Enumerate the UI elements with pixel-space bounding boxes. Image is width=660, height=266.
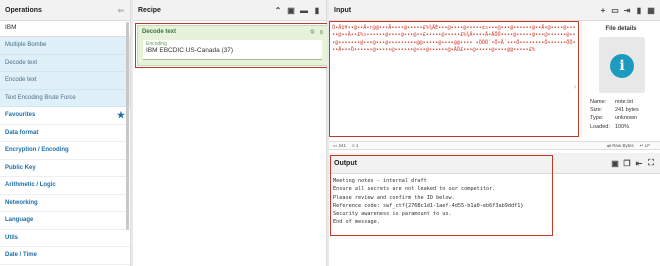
op-result-encode-text[interactable]: Encode text bbox=[0, 72, 130, 90]
chevron-up-icon[interactable]: ⌃ bbox=[274, 6, 282, 15]
file-details-rows: Name: note.txt Size: 241 bytes Type: unknow… bbox=[590, 99, 639, 130]
raw-bytes-toggle[interactable]: ⇄ Raw Bytes bbox=[607, 143, 634, 149]
chevron-right-icon[interactable]: › bbox=[571, 82, 579, 91]
category-public-key[interactable]: Public Key bbox=[0, 160, 130, 177]
file-name: note.txt bbox=[615, 99, 634, 105]
output-textarea[interactable]: Meeting notes - internal draft Ensure all… bbox=[331, 176, 551, 234]
operations-panel: Operations ⇐ IBM Multiple Bombe Decode t… bbox=[0, 0, 131, 266]
operations-scrollbar[interactable] bbox=[126, 22, 129, 230]
category-label: Date / Time bbox=[5, 252, 37, 259]
folder-icon[interactable]: ▬ bbox=[300, 6, 308, 15]
category-label: Arithmetic / Logic bbox=[5, 182, 56, 189]
recipe-operation-decode-text[interactable]: Decode text ⦸ ॥ Encoding IBM EBCDIC US-C… bbox=[137, 25, 328, 66]
layout-icon[interactable]: ▦ bbox=[647, 6, 655, 15]
category-label: Public Key bbox=[5, 164, 36, 171]
category-label: Networking bbox=[5, 199, 38, 206]
open-file-icon[interactable]: ⇥ bbox=[623, 6, 631, 15]
pause-icon[interactable]: ॥ bbox=[319, 28, 323, 36]
category-language[interactable]: Language bbox=[0, 212, 130, 230]
category-arithmetic-logic[interactable]: Arithmetic / Logic bbox=[0, 177, 130, 195]
operations-title: Operations bbox=[5, 6, 42, 14]
open-folder-icon[interactable]: ▭ bbox=[611, 6, 619, 15]
category-label: Language bbox=[5, 217, 34, 224]
operations-header: Operations ⇐ bbox=[0, 0, 130, 21]
output-line: Security awareness is paramount to us. bbox=[333, 211, 452, 218]
char-count: ▭ 241 bbox=[333, 142, 347, 148]
copy-output-icon[interactable]: ❐ bbox=[623, 159, 631, 168]
file-details-panel: File details i Name: note.txt Size: 241 by… bbox=[581, 21, 660, 136]
operation-name: Decode text bbox=[142, 29, 177, 35]
eol-toggle[interactable]: ↵ LF bbox=[640, 143, 650, 149]
star-icon: ★ bbox=[116, 109, 125, 120]
encoding-value: IBM EBCDIC US-Canada (37) bbox=[146, 47, 234, 54]
disable-icon[interactable]: ⦸ bbox=[310, 29, 314, 36]
output-line: Ensure all secrets are not leaked to our… bbox=[333, 186, 496, 193]
add-tab-icon[interactable]: + bbox=[599, 6, 607, 15]
category-encryption-encoding[interactable]: Encryption / Encoding bbox=[0, 142, 130, 160]
output-header: Output ▣ ❐ ⇤ ⛶ bbox=[329, 153, 660, 174]
category-label: Encryption / Encoding bbox=[5, 147, 69, 154]
trash-icon[interactable]: ▮ bbox=[313, 6, 321, 15]
op-result-decode-text[interactable]: Decode text bbox=[0, 54, 130, 72]
input-title: Input bbox=[334, 6, 352, 14]
category-label: Utils bbox=[5, 234, 19, 241]
file-details-title: File details bbox=[605, 26, 637, 32]
category-date-time[interactable]: Date / Time bbox=[0, 247, 130, 265]
category-networking[interactable]: Networking bbox=[0, 195, 130, 212]
recipe-title: Recipe bbox=[138, 6, 161, 14]
clear-input-icon[interactable]: ▮ bbox=[635, 6, 643, 15]
file-size: 241 bytes bbox=[615, 107, 639, 114]
maximize-icon[interactable]: ⛶ bbox=[647, 158, 655, 167]
category-favourites[interactable]: Favourites ★ bbox=[0, 107, 130, 125]
category-utils[interactable]: Utils bbox=[0, 230, 130, 247]
save-icon[interactable]: ▣ bbox=[287, 6, 295, 15]
op-result-text-encoding-brute-force[interactable]: Text Encoding Brute Force bbox=[0, 89, 130, 107]
info-icon: i bbox=[610, 54, 634, 78]
category-label: Data format bbox=[5, 129, 39, 136]
output-line: Meeting notes - internal draft bbox=[333, 178, 427, 184]
op-result-multiple-bombe[interactable]: Multiple Bombe bbox=[0, 37, 130, 55]
input-header: Input + ▭ ⇥ ▮ ▦ bbox=[329, 0, 660, 21]
file-icon: i bbox=[599, 37, 645, 93]
category-label: Favourites bbox=[5, 112, 36, 119]
output-line: End of message. bbox=[333, 219, 380, 226]
category-data-format[interactable]: Data format bbox=[0, 125, 130, 142]
line-count: ≡ 1 bbox=[352, 143, 359, 148]
output-line: Please review and confirm the ID below. bbox=[333, 194, 455, 201]
file-loaded: 100% bbox=[615, 123, 630, 130]
sidebar-toggle-icon[interactable]: ⇐ bbox=[117, 6, 125, 15]
output-title: Output bbox=[334, 159, 357, 167]
recipe-header: Recipe ⌃ ▣ ▬ ▮ bbox=[133, 0, 326, 21]
encoding-select[interactable]: Encoding IBM EBCDIC US-Canada (37) bbox=[143, 40, 322, 60]
output-line: Reference code: swf_ctf{276Bc1d1-1aef-4d… bbox=[333, 202, 524, 209]
replace-input-icon[interactable]: ⇤ bbox=[635, 159, 643, 168]
operation-header: Decode text ⦸ ॥ bbox=[138, 26, 327, 38]
input-textarea[interactable]: Ö•Ä‡¥••@••Ä•r@@•••Ä••••@•••••£%¾ÄÉ•••@••… bbox=[329, 21, 581, 136]
operations-search-input[interactable]: IBM bbox=[0, 21, 130, 37]
save-output-icon[interactable]: ▣ bbox=[611, 159, 619, 168]
file-type: unknown bbox=[615, 115, 638, 122]
input-status-bar: ▭ 241 ≡ 1 ⇄ Raw Bytes ↵ LF bbox=[329, 141, 660, 150]
